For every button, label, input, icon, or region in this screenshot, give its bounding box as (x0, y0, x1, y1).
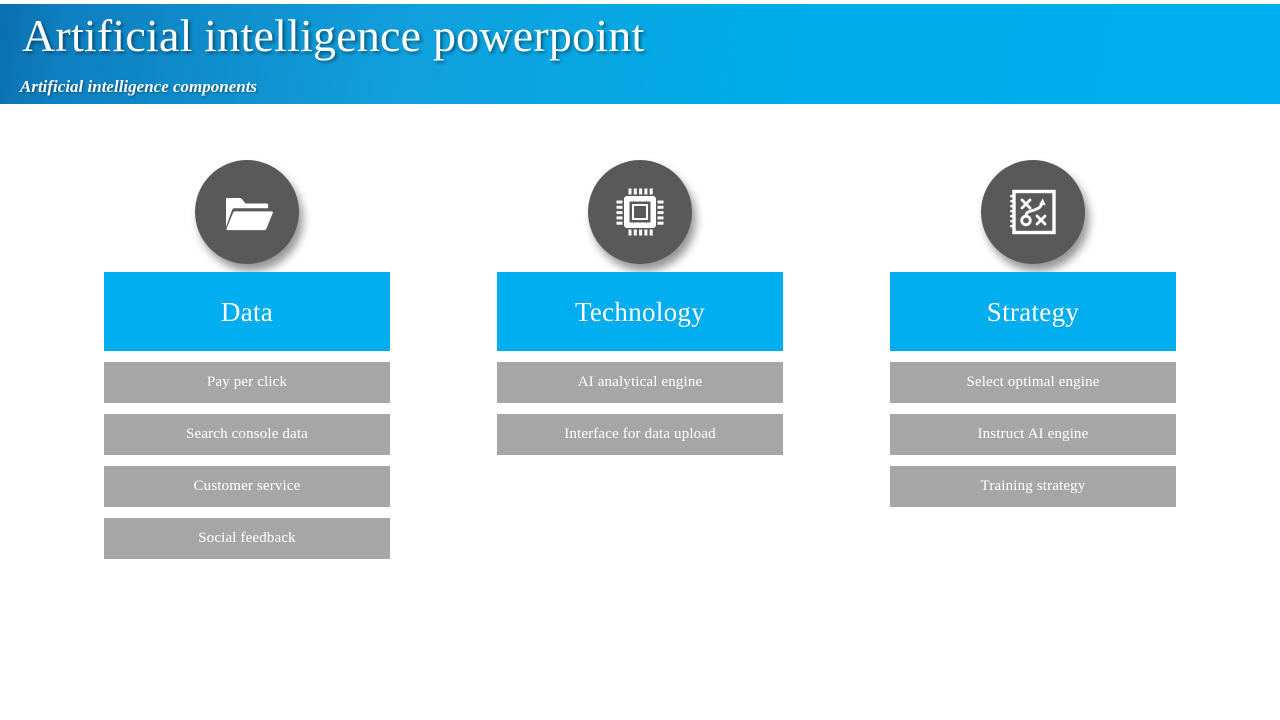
cpu-chip-icon (615, 187, 665, 237)
component-column-technology: Technology AI analytical engine Interfac… (497, 104, 783, 466)
list-item[interactable]: Customer service (104, 466, 390, 507)
card-header-label: Data (220, 296, 274, 327)
icon-badge-strategy (890, 104, 1176, 272)
list-item[interactable]: Select optimal engine (890, 362, 1176, 403)
icon-circle-technology (588, 160, 692, 264)
component-column-data: Data Pay per click Search console data C… (104, 104, 390, 570)
icon-circle-data (195, 160, 299, 264)
list-item[interactable]: Interface for data upload (497, 414, 783, 455)
list-item[interactable]: Instruct AI engine (890, 414, 1176, 455)
list-item-label: Customer service (193, 478, 301, 494)
list-item-label: Interface for data upload (564, 426, 716, 442)
item-list-strategy: Select optimal engine Instruct AI engine… (890, 362, 1176, 507)
list-item-label: Pay per click (206, 374, 288, 390)
icon-badge-technology (497, 104, 783, 272)
card-header-label: Technology (574, 296, 706, 327)
list-item[interactable]: Training strategy (890, 466, 1176, 507)
icon-circle-strategy (981, 160, 1085, 264)
card-header-label: Strategy (986, 296, 1080, 327)
folder-open-icon (221, 186, 273, 238)
list-item-label: Social feedback (198, 530, 296, 546)
component-column-strategy: Strategy Select optimal engine Instruct … (890, 104, 1176, 518)
page-subtitle: Artificial intelligence components (20, 77, 258, 96)
icon-badge-data (104, 104, 390, 272)
list-item-label: Search console data (186, 426, 308, 442)
list-item-label: Instruct AI engine (977, 426, 1089, 442)
page-title: Artificial intelligence powerpoint (22, 10, 645, 61)
card-header-strategy[interactable]: Strategy (890, 272, 1176, 351)
list-item[interactable]: Search console data (104, 414, 390, 455)
list-item[interactable]: Pay per click (104, 362, 390, 403)
components-columns: Data Pay per click Search console data C… (0, 104, 1280, 720)
list-item-label: Training strategy (980, 478, 1086, 494)
list-item[interactable]: Social feedback (104, 518, 390, 559)
card-header-data[interactable]: Data (104, 272, 390, 351)
list-item-label: Select optimal engine (966, 374, 1100, 390)
card-header-technology[interactable]: Technology (497, 272, 783, 351)
list-item[interactable]: AI analytical engine (497, 362, 783, 403)
item-list-technology: AI analytical engine Interface for data … (497, 362, 783, 455)
list-item-label: AI analytical engine (577, 374, 703, 390)
strategy-playbook-icon (1009, 188, 1057, 236)
item-list-data: Pay per click Search console data Custom… (104, 362, 390, 559)
header-banner: Artificial intelligence powerpoint Artif… (0, 4, 1280, 104)
